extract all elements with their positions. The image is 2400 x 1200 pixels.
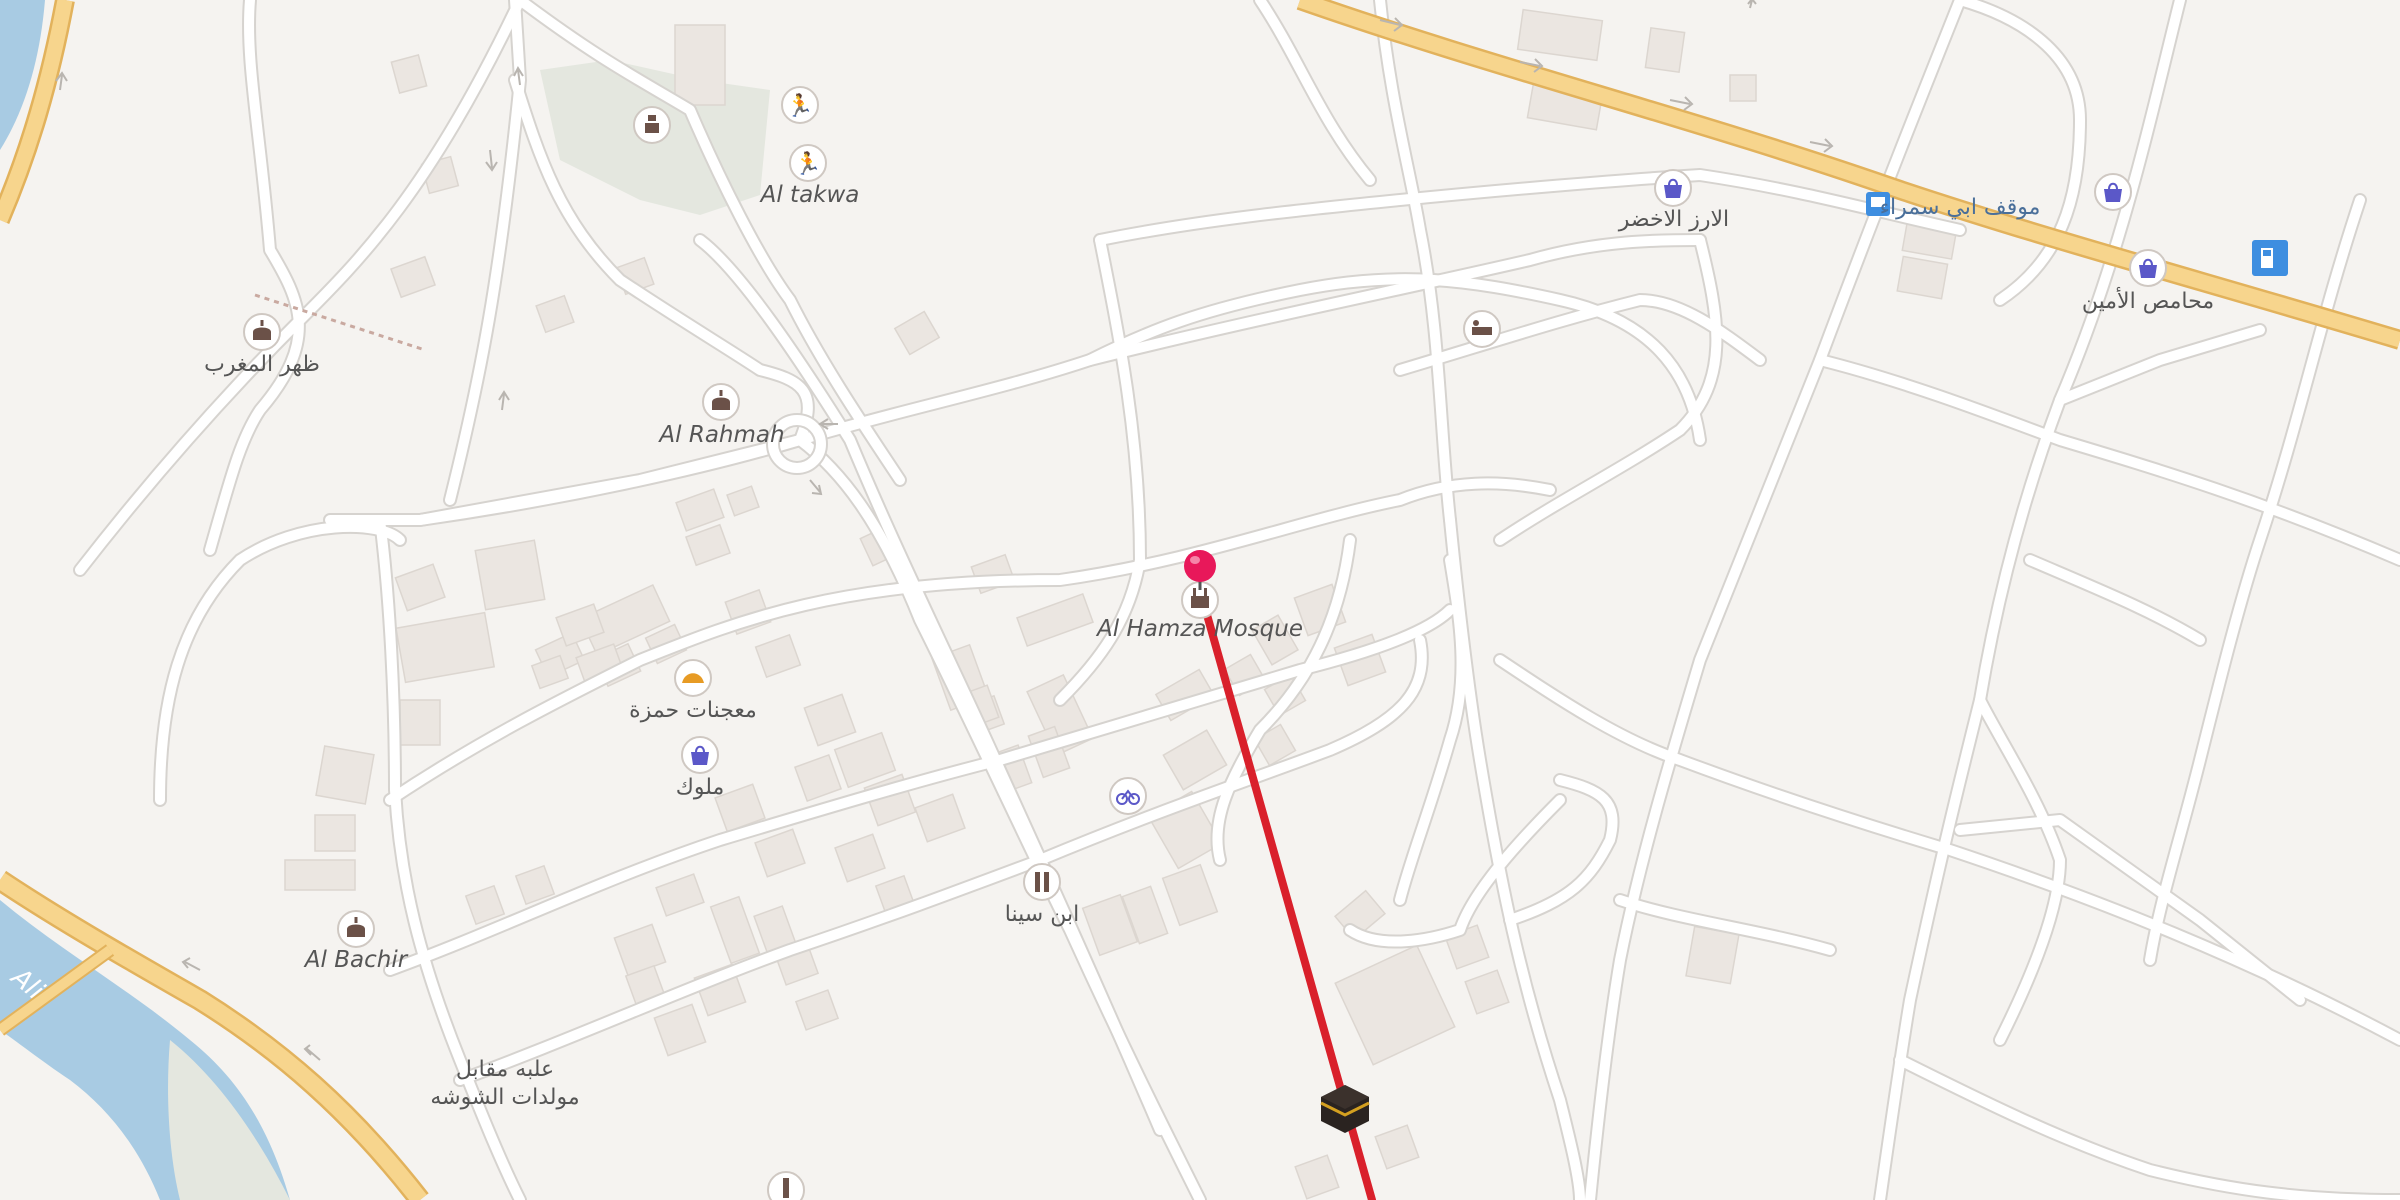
bicycle-icon[interactable]	[1109, 777, 1147, 815]
pharmacy-icon[interactable]	[1023, 863, 1061, 901]
svg-text:🏃: 🏃	[794, 151, 821, 177]
map-canvas[interactable]: 🏃 🏃 Al takwa Al Rahmah ظهر المغرب Al Ham…	[0, 0, 2400, 1200]
label-al-hamza-mosque: Al Hamza Mosque	[1095, 616, 1303, 642]
label-al-amin-roastery: محامص الأمين	[2082, 287, 2214, 314]
label-zohr-almaghrib: ظهر المغرب	[204, 352, 320, 377]
mosque-icon[interactable]	[633, 106, 671, 144]
shopping-bag-icon[interactable]	[2094, 173, 2132, 211]
label-al-bachir: Al Bachir	[303, 947, 409, 973]
running-person-icon[interactable]: 🏃	[789, 144, 827, 182]
shopping-bag-icon[interactable]	[681, 736, 719, 774]
mosque-icon[interactable]	[702, 383, 740, 421]
mosque-icon[interactable]	[337, 910, 375, 948]
shopping-bag-icon[interactable]	[1654, 169, 1692, 207]
svg-text:🏃: 🏃	[786, 93, 813, 119]
label-al-takwa: Al takwa	[759, 182, 860, 208]
label-malok: ملوك	[676, 775, 725, 800]
label-al-arz-green: الارز الاخضر	[1618, 207, 1729, 232]
label-candy-line1: علبه مقابل	[456, 1057, 554, 1082]
label-bus-stop: موقف ابي سمراء	[1880, 195, 2041, 220]
label-bakery-hamza: معجنات حمزة	[629, 698, 757, 723]
mosque-icon[interactable]	[243, 313, 281, 351]
label-candy-line2: مولدات الشوشه	[430, 1085, 579, 1110]
bed-icon[interactable]	[1463, 310, 1501, 348]
label-ibn-sina: ابن سينا	[1005, 902, 1079, 927]
label-al-rahmah: Al Rahmah	[657, 422, 784, 448]
croissant-icon[interactable]	[674, 659, 712, 697]
monument-icon[interactable]	[767, 1171, 805, 1200]
fuel-icon[interactable]	[2252, 240, 2288, 276]
running-person-icon[interactable]: 🏃	[781, 86, 819, 124]
shopping-bag-icon[interactable]	[2129, 249, 2167, 287]
